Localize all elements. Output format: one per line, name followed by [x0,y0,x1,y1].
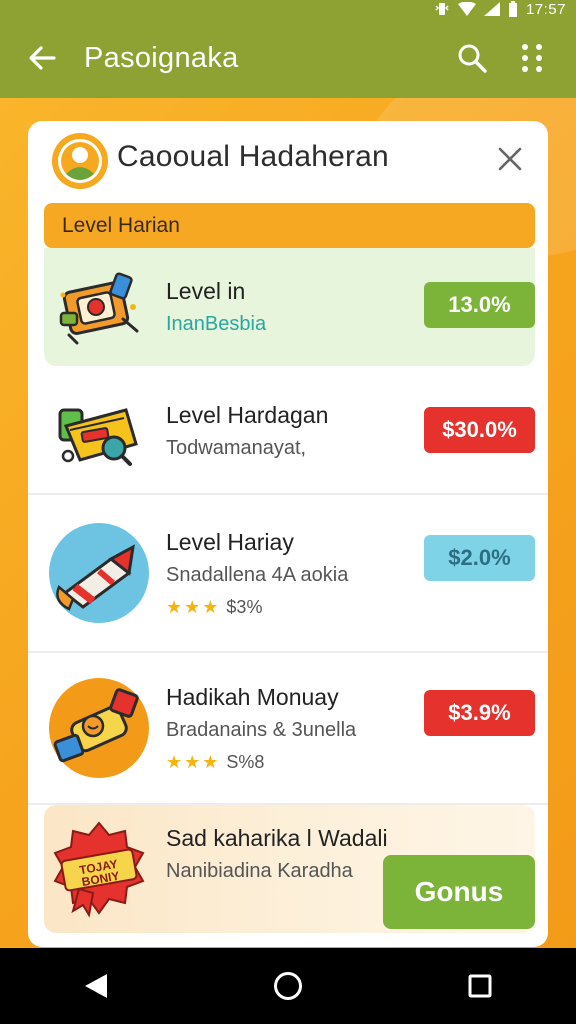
status-bar: 17:57 [0,0,576,18]
levels-card: Caooual Hadaheran Level Harian Level in … [28,121,548,947]
page-title: Pasoignaka [84,41,239,74]
folder-magnifier-icon [58,408,138,466]
more-vert-icon [522,44,542,72]
bonus-button[interactable]: Gonus [383,855,535,929]
value-badge[interactable]: $30.0% [424,407,535,453]
list-item[interactable]: Level in InanBesbia 13.0% [44,248,535,366]
star-icons: ★★★ [166,596,221,617]
card-title: Caooual Hadaheran [117,140,389,173]
value-badge[interactable]: 13.0% [424,282,535,328]
wifi-icon [457,2,476,16]
rating-value: $3% [226,596,263,617]
app-bar: Pasoignaka [0,18,576,98]
card-header: Caooual Hadaheran [28,121,548,201]
level-thumbnail [44,252,154,362]
chest-icon [59,272,139,345]
nav-recents-icon [468,974,492,998]
rating-value: S%8 [226,751,265,772]
value-badge[interactable]: $2.0% [424,535,535,581]
bonus-badge-icon: TOJAY BONIY [53,821,145,918]
battery-icon [508,1,517,17]
candy-icon [49,678,149,778]
close-button[interactable] [494,143,526,175]
status-time: 17:57 [525,0,566,18]
nav-home-icon [274,972,302,1000]
list-item[interactable]: Level Hardagan Todwamanayat, $30.0% [44,369,535,493]
level-thumbnail [44,518,154,628]
nav-back-button[interactable] [56,948,136,1024]
rating: ★★★ $3% [166,597,535,618]
section-label: Level Harian [44,203,535,248]
search-icon [458,44,487,73]
status-icons: 17:57 [434,0,566,18]
arrow-left-icon [29,46,56,70]
user-icon [58,139,102,183]
list-item[interactable]: Level Hariay Snadallena 4A aokia ★★★ $3%… [44,495,535,651]
level-thumbnail [44,673,154,783]
list-item[interactable]: Hadikah Monuay Bradanains & 3unella ★★★ … [44,653,535,803]
search-button[interactable] [442,18,502,98]
rating: ★★★ S%8 [166,752,535,773]
avatar [52,133,108,189]
more-options-button[interactable] [502,18,562,98]
back-button[interactable] [0,18,84,98]
level-thumbnail: TOJAY BONIY [44,814,154,924]
close-icon [498,147,522,171]
rocket-icon [49,523,149,623]
system-nav-bar [0,948,576,1024]
star-icons: ★★★ [166,751,221,772]
nav-recents-button[interactable] [440,948,520,1024]
signal-icon [483,2,500,16]
vibrate-icon [435,3,449,15]
level-thumbnail [44,376,154,486]
value-badge[interactable]: $3.9% [424,690,535,736]
nav-home-button[interactable] [248,948,328,1024]
list-item-title: Sad kaharika l Wadali [166,825,388,851]
nav-back-icon [85,974,107,998]
list-item[interactable]: TOJAY BONIY Sad kaharika l Wadali Nanibi… [44,805,535,933]
